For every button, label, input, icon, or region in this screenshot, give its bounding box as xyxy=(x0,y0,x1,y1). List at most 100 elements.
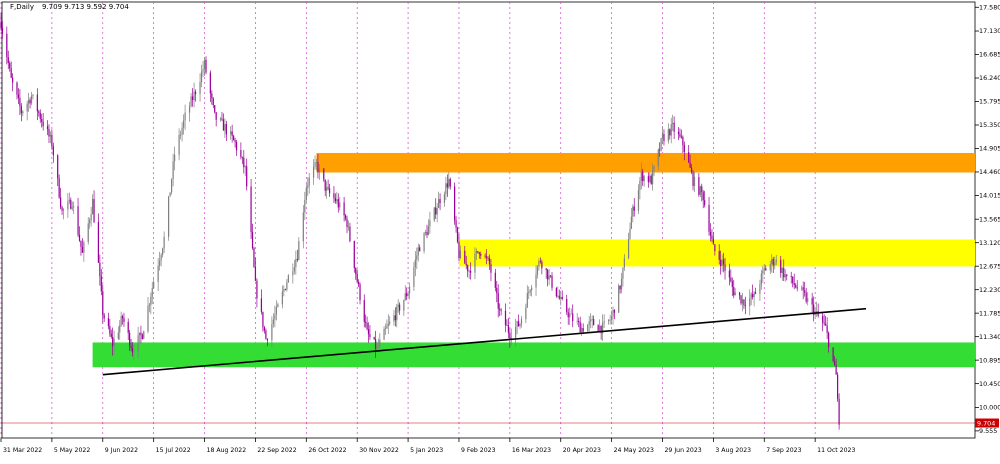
candle-body xyxy=(507,325,510,333)
candle-body xyxy=(805,292,807,302)
candle-body xyxy=(182,120,185,128)
candle-body xyxy=(650,175,652,185)
y-tick-label: 13.565 xyxy=(979,215,1000,223)
candle-body xyxy=(591,319,593,320)
candle-body xyxy=(202,69,204,72)
candle-body xyxy=(46,126,49,130)
candle-body xyxy=(612,309,614,317)
candle-body xyxy=(30,95,33,104)
candle-body xyxy=(178,134,180,155)
candle xyxy=(433,206,435,223)
candle-body xyxy=(769,264,771,271)
candle-body xyxy=(286,282,288,290)
candle xyxy=(423,231,425,254)
candle-body xyxy=(168,196,170,237)
y-tick-label: 16.685 xyxy=(979,51,1000,59)
candle-body xyxy=(408,286,411,294)
candle-body xyxy=(663,134,665,142)
candle-body xyxy=(277,304,279,308)
candle-body xyxy=(99,262,101,277)
candle-body xyxy=(157,265,159,282)
candle-body xyxy=(308,177,310,186)
candle-body xyxy=(708,204,710,232)
candle-body xyxy=(795,285,797,288)
candle-body xyxy=(190,96,192,107)
current-price-label: 9.704 xyxy=(977,419,995,427)
candle-body xyxy=(690,167,693,173)
candle-body xyxy=(315,162,318,163)
price-chart[interactable]: 31 Mar 2022 5 May 2022 9 Jun 2022 15 Jul 20… xyxy=(0,0,1000,460)
candle-body xyxy=(576,320,578,322)
candle-body xyxy=(670,124,672,136)
candle-body xyxy=(358,281,360,285)
candle-body xyxy=(251,231,254,249)
candle-body xyxy=(191,96,194,101)
candle-body xyxy=(137,335,139,352)
candle-body xyxy=(709,231,712,236)
candle-body xyxy=(127,321,129,333)
candle-body xyxy=(456,227,459,242)
candle-body xyxy=(384,328,387,330)
candle-body xyxy=(62,209,65,211)
candle-body xyxy=(51,134,53,147)
candle-body xyxy=(572,313,574,321)
candle-body xyxy=(560,296,562,299)
candle-body xyxy=(590,319,592,322)
candle-body xyxy=(539,261,541,262)
candle-body xyxy=(738,292,741,296)
candle-body xyxy=(235,142,238,151)
candle-body xyxy=(414,259,416,268)
candle-body xyxy=(262,311,264,328)
candle-body xyxy=(587,324,589,332)
candle-body xyxy=(42,121,44,127)
candle-body xyxy=(453,186,456,221)
candle-body xyxy=(123,318,125,322)
candle-body xyxy=(353,241,355,269)
plot-area[interactable] xyxy=(1,1,976,439)
candle-body xyxy=(698,177,700,195)
candle-body xyxy=(669,129,671,136)
candle-body xyxy=(318,168,321,173)
candle-body xyxy=(633,206,635,211)
candle-body xyxy=(433,207,435,221)
candle-body xyxy=(314,162,316,167)
candle-body xyxy=(367,329,370,335)
candle-body xyxy=(771,259,773,265)
candle-body xyxy=(549,275,552,277)
chart-svg[interactable]: 31 Mar 2022 5 May 2022 9 Jun 2022 15 Jul 20… xyxy=(0,0,1000,460)
candle-body xyxy=(731,281,733,288)
candle-body xyxy=(459,250,462,258)
candle-body xyxy=(109,325,111,334)
candle-body xyxy=(484,255,486,257)
candle-body xyxy=(467,265,469,272)
candle-body xyxy=(328,188,331,194)
candle-body xyxy=(90,214,92,220)
chart-header-symbol: F,Daily xyxy=(10,3,34,11)
candle-body xyxy=(642,171,644,182)
candle-body xyxy=(346,218,348,228)
candle-body xyxy=(121,316,124,319)
candle-body xyxy=(359,284,361,301)
candle-body xyxy=(110,333,112,337)
y-tick-label: 15.795 xyxy=(979,98,1000,106)
candle-body xyxy=(212,98,214,106)
candle-body xyxy=(613,309,616,313)
candle-body xyxy=(10,68,12,78)
candle-body xyxy=(786,274,788,277)
candle-body xyxy=(609,319,611,321)
candle-body xyxy=(728,270,730,278)
candle-body xyxy=(293,267,295,272)
candle-body xyxy=(509,332,511,339)
candle-body xyxy=(497,293,499,309)
candle-body xyxy=(445,183,447,195)
candle-body xyxy=(179,134,182,136)
candle-body xyxy=(337,199,339,208)
candle-body xyxy=(398,304,401,311)
candle-body xyxy=(49,134,52,137)
candle-body xyxy=(443,194,446,203)
y-tick-label: 17.130 xyxy=(979,27,1000,35)
candle-body xyxy=(77,206,79,235)
candle-body xyxy=(458,241,460,258)
candle-body xyxy=(59,197,62,208)
y-tick-label: 15.350 xyxy=(979,121,1000,129)
